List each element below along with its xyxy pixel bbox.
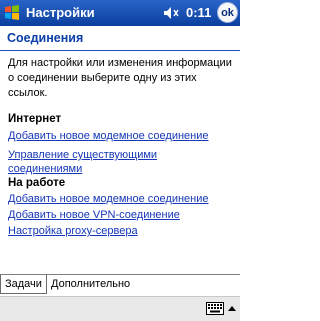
tab-tasks[interactable]: Задачи bbox=[0, 275, 47, 294]
section-divider bbox=[0, 50, 240, 51]
link-manage-connections[interactable]: Управление существующими соединениями bbox=[8, 148, 178, 176]
intro-text: Для настройки или изменения информации о… bbox=[8, 57, 232, 99]
group-heading-work: На работе bbox=[8, 177, 66, 189]
windows-start-icon[interactable] bbox=[3, 4, 21, 22]
keyboard-icon[interactable] bbox=[206, 302, 224, 315]
volume-icon[interactable] bbox=[163, 6, 179, 20]
menu-bar bbox=[0, 296, 240, 321]
link-add-modem-work[interactable]: Добавить новое модемное соединение bbox=[8, 192, 236, 206]
link-add-modem-internet[interactable]: Добавить новое модемное соединение bbox=[8, 129, 236, 143]
title-bar: Настройки 0:11 ok bbox=[0, 0, 240, 26]
group-heading-internet: Интернет bbox=[8, 113, 62, 125]
input-menu-arrow-icon[interactable] bbox=[228, 306, 236, 311]
section-title: Соединения bbox=[7, 31, 84, 45]
link-add-vpn[interactable]: Добавить новое VPN-соединение bbox=[8, 208, 236, 222]
window-title: Настройки bbox=[26, 5, 95, 20]
link-proxy-settings[interactable]: Настройка proxy-сервера bbox=[8, 224, 236, 238]
tab-strip: Задачи Дополнительно bbox=[0, 274, 240, 295]
ok-button[interactable]: ok bbox=[217, 2, 238, 23]
clock[interactable]: 0:11 bbox=[186, 5, 211, 20]
tab-advanced[interactable]: Дополнительно bbox=[47, 275, 157, 294]
